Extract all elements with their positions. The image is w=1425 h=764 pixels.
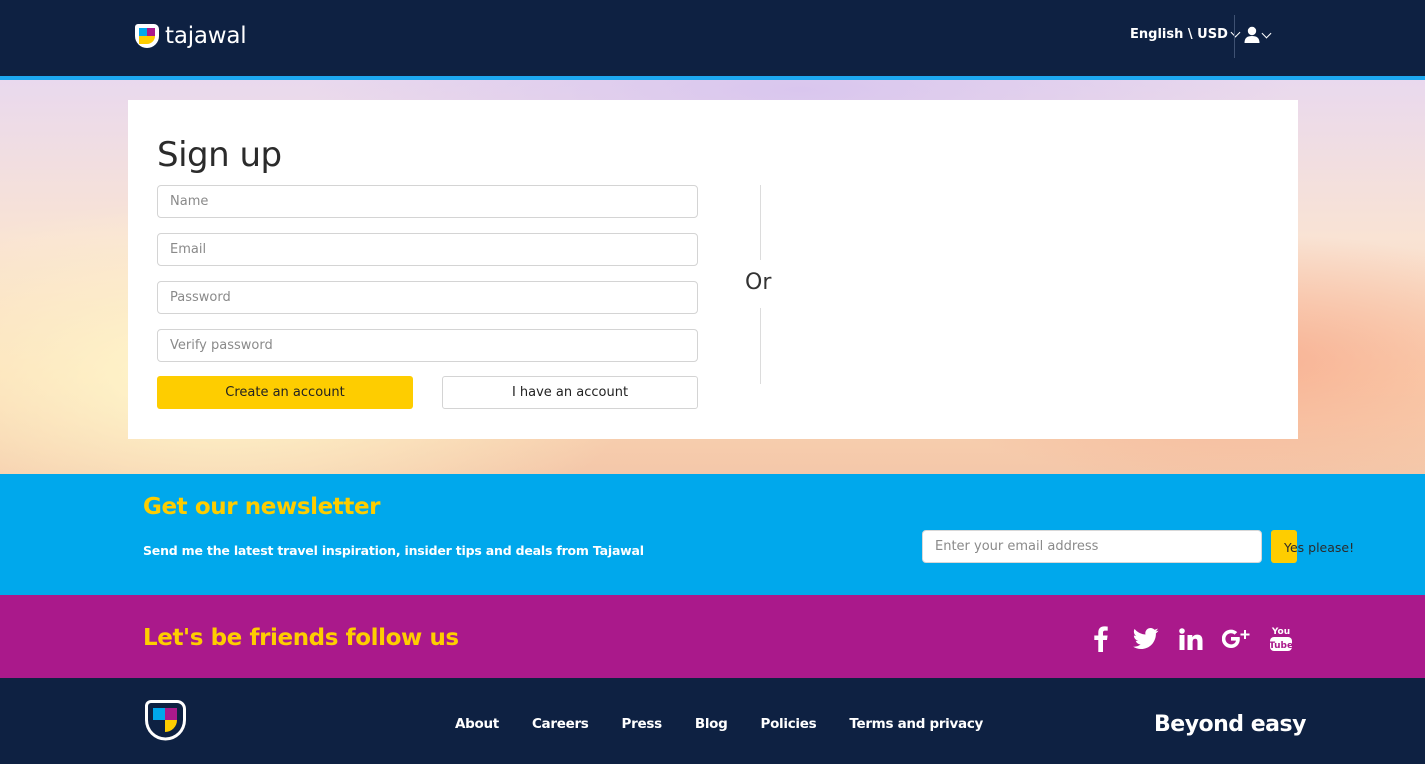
social-section: Let's be friends follow us You Tube xyxy=(0,595,1425,678)
user-account-menu[interactable] xyxy=(1244,26,1272,44)
youtube-icon[interactable]: You Tube xyxy=(1266,624,1296,654)
newsletter-title: Get our newsletter xyxy=(143,494,381,520)
google-plus-icon[interactable] xyxy=(1221,624,1251,654)
newsletter-email-input[interactable] xyxy=(922,530,1262,563)
linkedin-icon[interactable] xyxy=(1176,624,1206,654)
newsletter-subtitle: Send me the latest travel inspiration, i… xyxy=(143,543,644,558)
newsletter-subtitle-text: Send me the latest travel inspiration, i… xyxy=(143,543,593,558)
or-divider-bottom xyxy=(760,308,761,384)
svg-text:You: You xyxy=(1271,627,1290,637)
create-account-button[interactable]: Create an account xyxy=(157,376,413,409)
logo-text: tajawal xyxy=(165,23,247,49)
footer-link-terms[interactable]: Terms and privacy xyxy=(849,716,983,732)
password-field[interactable] xyxy=(157,281,698,314)
top-navigation-bar: tajawal English \ USD xyxy=(0,0,1425,76)
page-title: Sign up xyxy=(157,135,282,175)
social-icons: You Tube xyxy=(1086,624,1296,654)
header-divider xyxy=(1234,15,1235,58)
facebook-icon[interactable] xyxy=(1086,624,1116,654)
language-currency-selector[interactable]: English \ USD xyxy=(1130,27,1241,42)
footer-links: About Careers Press Blog Policies Terms … xyxy=(455,716,983,732)
svg-text:Tube: Tube xyxy=(1269,641,1293,651)
language-currency-label: English \ USD xyxy=(1130,27,1228,42)
newsletter-section: Get our newsletter Send me the latest tr… xyxy=(0,474,1425,595)
footer-link-about[interactable]: About xyxy=(455,716,499,732)
tajawal-logo[interactable]: tajawal xyxy=(133,22,247,50)
have-account-button[interactable]: I have an account xyxy=(442,376,698,409)
newsletter-brand: Tajawal xyxy=(592,543,644,558)
or-label: Or xyxy=(745,270,772,295)
social-title: Let's be friends follow us xyxy=(143,625,459,651)
footer-link-blog[interactable]: Blog xyxy=(695,716,728,732)
user-icon xyxy=(1244,26,1260,43)
chevron-down-icon xyxy=(1261,28,1272,38)
tajawal-footer-logo-icon[interactable] xyxy=(143,698,188,743)
footer-tagline: Beyond easy xyxy=(1154,712,1306,737)
tajawal-logo-mark-icon xyxy=(135,24,159,48)
footer-link-careers[interactable]: Careers xyxy=(532,716,589,732)
or-divider-top xyxy=(760,185,761,260)
name-field[interactable] xyxy=(157,185,698,218)
verify-password-field[interactable] xyxy=(157,329,698,362)
signup-card: Sign up Create an account I have an acco… xyxy=(128,100,1298,439)
footer-link-policies[interactable]: Policies xyxy=(760,716,816,732)
email-field[interactable] xyxy=(157,233,698,266)
footer-link-press[interactable]: Press xyxy=(622,716,663,732)
chevron-down-icon xyxy=(1230,27,1241,38)
site-footer: About Careers Press Blog Policies Terms … xyxy=(0,678,1425,764)
twitter-icon[interactable] xyxy=(1131,624,1161,654)
newsletter-submit-label[interactable]: Yes please! xyxy=(1284,540,1354,555)
